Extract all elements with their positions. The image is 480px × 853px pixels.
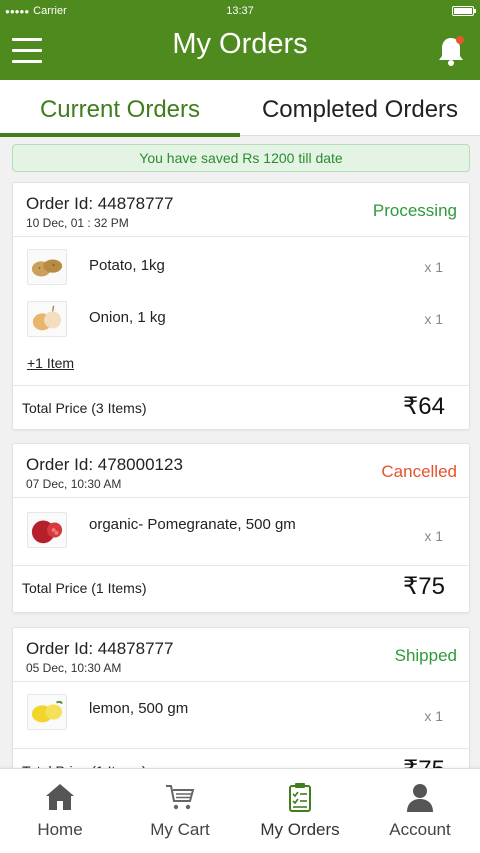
orders-clipboard-icon [289, 783, 311, 812]
order-header: Order Id: 44878777 10 Dec, 01 : 32 PM Pr… [13, 183, 469, 237]
savings-banner: You have saved Rs 1200 till date [12, 144, 470, 172]
order-total: Total Price (3 Items) ₹64 [13, 385, 469, 431]
order-status: Processing [372, 201, 457, 220]
total-price: ₹75 [403, 572, 445, 601]
potato-image [27, 249, 67, 285]
order-id: Order Id: 44878777 [26, 194, 174, 213]
nav-home[interactable]: Home [0, 769, 120, 853]
status-bar: ●●●●● Carrier 13:37 [0, 0, 480, 22]
price-value: 75 [418, 573, 445, 600]
nav-label: Home [37, 820, 83, 839]
order-date: 07 Dec, 10:30 AM [26, 477, 122, 491]
lemon-image [27, 694, 67, 730]
total-label: Total Price (3 Items) [22, 400, 147, 416]
nav-label: Account [389, 820, 451, 839]
total-price: ₹64 [403, 392, 445, 421]
nav-label: My Orders [260, 820, 340, 839]
order-item: organic- Pomegranate, 500 gm x 1 [13, 498, 469, 564]
nav-my-cart[interactable]: My Cart [120, 769, 240, 853]
order-card[interactable]: Order Id: 44878777 10 Dec, 01 : 32 PM Pr… [12, 182, 470, 430]
order-total: Total Price (1 Items) ₹75 [13, 565, 469, 613]
app-bar: My Orders [0, 22, 480, 80]
pomegranate-image [27, 512, 67, 548]
account-icon [407, 784, 433, 812]
tab-current-orders[interactable]: Current Orders [0, 80, 240, 137]
total-label: Total Price (1 Items) [22, 580, 147, 596]
order-id: Order Id: 478000123 [26, 455, 183, 474]
item-name: lemon, 500 gm [89, 700, 189, 717]
bottom-navigation: Home My Cart My Orders Account [0, 768, 480, 853]
order-item: lemon, 500 gm x 1 [13, 682, 469, 748]
nav-label: My Cart [150, 820, 210, 839]
order-tabs: Current Orders Completed Orders [0, 80, 480, 137]
tab-completed-orders[interactable]: Completed Orders [240, 80, 480, 136]
nav-account[interactable]: Account [360, 769, 480, 853]
nav-my-orders[interactable]: My Orders [240, 769, 360, 853]
currency-symbol: ₹ [403, 393, 419, 420]
price-value: 64 [418, 393, 445, 420]
order-date: 05 Dec, 10:30 AM [26, 661, 122, 675]
order-status: Shipped [394, 646, 457, 665]
order-header: Order Id: 44878777 05 Dec, 10:30 AM Ship… [13, 628, 469, 682]
notification-bell-icon[interactable] [436, 34, 466, 68]
order-header: Order Id: 478000123 07 Dec, 10:30 AM Can… [13, 444, 469, 498]
order-status: Cancelled [381, 462, 457, 481]
item-quantity: x 1 [424, 311, 443, 327]
order-date: 10 Dec, 01 : 32 PM [26, 216, 129, 230]
order-item: Onion, 1 kg x 1 [13, 289, 469, 341]
item-quantity: x 1 [424, 259, 443, 275]
onion-image [27, 301, 67, 337]
currency-symbol: ₹ [403, 573, 419, 600]
item-name: organic- Pomegranate, 500 gm [89, 516, 296, 533]
battery-icon [452, 6, 476, 16]
order-item: Potato, 1kg x 1 [13, 237, 469, 289]
item-name: Potato, 1kg [89, 257, 165, 274]
more-items-link[interactable]: +1 Item [27, 355, 74, 371]
order-card[interactable]: Order Id: 478000123 07 Dec, 10:30 AM Can… [12, 443, 470, 613]
clock: 13:37 [226, 5, 254, 17]
page-title: My Orders [172, 28, 308, 60]
item-quantity: x 1 [424, 528, 443, 544]
cart-icon [166, 785, 195, 810]
order-id: Order Id: 44878777 [26, 639, 174, 658]
home-icon [46, 784, 74, 810]
item-quantity: x 1 [424, 708, 443, 724]
item-name: Onion, 1 kg [89, 309, 166, 326]
